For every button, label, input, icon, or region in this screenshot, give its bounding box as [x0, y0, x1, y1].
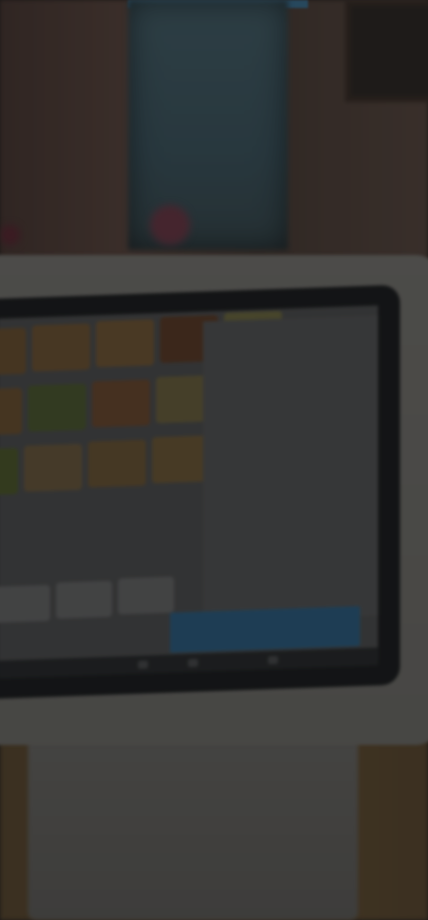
flower-decoration [150, 205, 190, 245]
menu-item-tile[interactable] [28, 383, 86, 432]
menu-item-tile[interactable] [88, 439, 146, 488]
flower-decoration [0, 225, 20, 245]
cart-row[interactable] [211, 508, 371, 514]
category-tile[interactable] [56, 580, 112, 619]
charge-button[interactable] [170, 606, 360, 653]
menu-item-tile[interactable] [32, 323, 90, 372]
terminal-stand [28, 720, 358, 920]
cart-row[interactable] [211, 544, 371, 550]
menu-item-tile[interactable] [0, 387, 22, 436]
background-scene [0, 0, 428, 920]
cart-row[interactable] [211, 400, 371, 406]
menu-item-tile[interactable] [152, 435, 210, 484]
wall-frame [345, 0, 428, 102]
window [128, 0, 288, 250]
pos-app [0, 305, 378, 679]
menu-item-tile[interactable] [96, 319, 154, 368]
nav-icon[interactable] [188, 658, 198, 668]
cart-row[interactable] [211, 472, 371, 478]
nav-icon[interactable] [268, 655, 278, 665]
menu-item-tile[interactable] [0, 327, 26, 376]
category-tile[interactable] [118, 576, 174, 615]
nav-icon[interactable] [138, 660, 148, 669]
menu-item-tile[interactable] [24, 443, 82, 492]
cart-row[interactable] [211, 436, 371, 442]
category-tile[interactable] [0, 584, 50, 623]
menu-item-tile[interactable] [0, 448, 18, 497]
cart-row[interactable] [211, 328, 371, 334]
pos-screen [0, 284, 400, 700]
cart-panel [203, 315, 378, 622]
cart-row[interactable] [211, 364, 371, 370]
menu-item-tile[interactable] [92, 379, 150, 428]
status-bar [0, 647, 378, 679]
